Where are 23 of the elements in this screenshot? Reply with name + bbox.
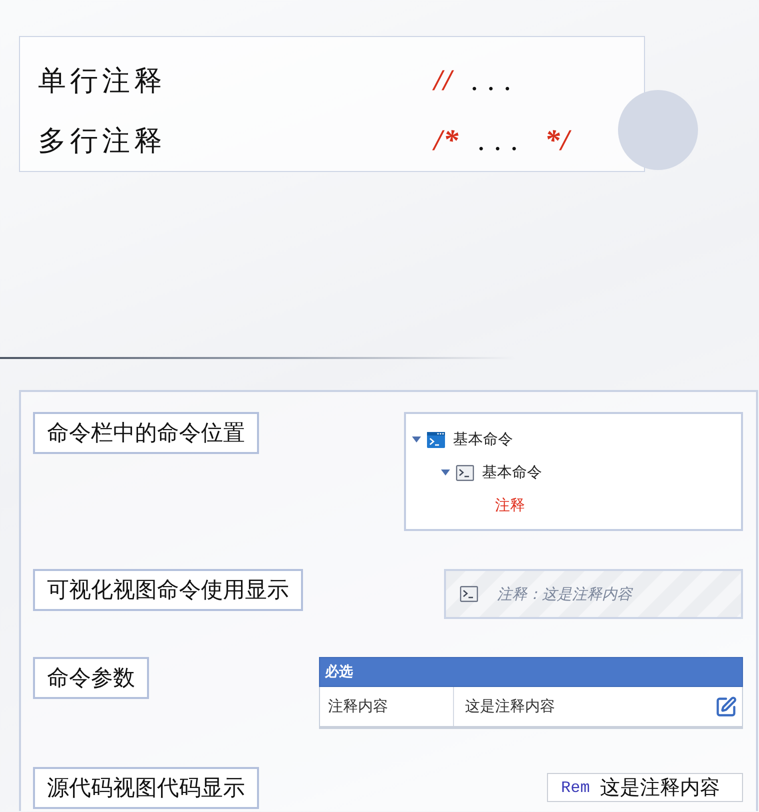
terminal-window-icon	[427, 432, 445, 448]
table-cell: 注释内容	[320, 687, 454, 726]
tree-item[interactable]: 注释	[495, 496, 525, 515]
terminal-icon	[460, 586, 478, 602]
table-cell: 这是注释内容	[465, 697, 555, 716]
syntax-label: 多行注释	[38, 126, 166, 157]
code-keyword: Rem	[561, 778, 590, 796]
command-block-text: 注释：这是注释内容	[497, 584, 632, 604]
section-label: 命令栏中的命令位置	[33, 412, 259, 454]
syntax-label: 单行注释	[38, 66, 166, 97]
section-label: 可视化视图命令使用显示	[33, 569, 303, 611]
section-label: 源代码视图代码显示	[33, 767, 259, 809]
caret-icon[interactable]	[441, 468, 450, 477]
edit-icon[interactable]	[715, 696, 737, 718]
section-label: 命令参数	[33, 657, 149, 699]
code-text: 这是注释内容	[600, 774, 720, 801]
caret-icon[interactable]	[412, 435, 421, 444]
terminal-icon	[456, 464, 474, 480]
comment-syntax-code: // ...	[434, 64, 520, 98]
tree-item[interactable]: 基本命令	[453, 430, 513, 449]
tree-item[interactable]: 基本命令	[482, 463, 542, 482]
table-header: 必选	[319, 657, 743, 687]
comment-syntax-code: /* ... */	[434, 124, 570, 158]
